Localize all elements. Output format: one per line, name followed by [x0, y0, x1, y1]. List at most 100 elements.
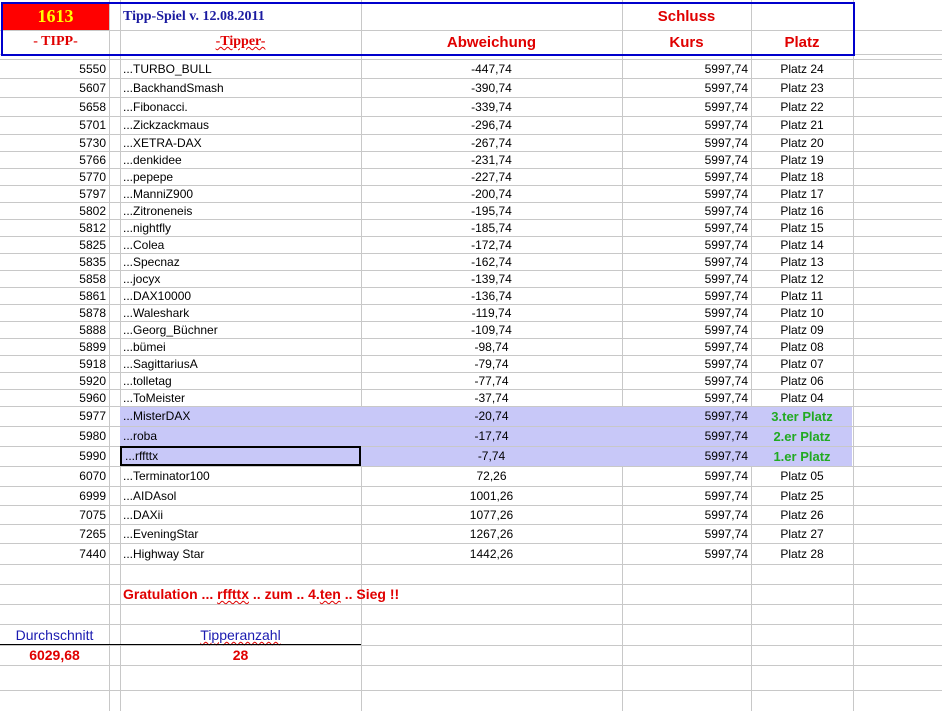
abweichung-cell[interactable]: -172,74 — [361, 236, 622, 253]
abweichung-cell[interactable]: -162,74 — [361, 253, 622, 270]
platz-cell[interactable]: 2.er Platz — [751, 426, 853, 446]
kurs-cell[interactable]: 5997,74 — [622, 446, 751, 466]
tipper-cell[interactable]: ...TURBO_BULL — [120, 59, 361, 78]
kurs-cell[interactable]: 5997,74 — [622, 270, 751, 287]
tipp-cell[interactable]: 5766 — [0, 151, 109, 168]
tipp-cell[interactable]: 5878 — [0, 304, 109, 321]
abweichung-cell[interactable]: -37,74 — [361, 389, 622, 406]
platz-cell[interactable]: Platz 27 — [751, 524, 853, 543]
abweichung-cell[interactable]: -139,74 — [361, 270, 622, 287]
abweichung-cell[interactable]: -109,74 — [361, 321, 622, 338]
kurs-cell[interactable]: 5997,74 — [622, 97, 751, 116]
tipp-cell[interactable]: 5990 — [0, 446, 109, 466]
tipperanzahl-label[interactable]: Tipperanzahl — [120, 625, 361, 645]
platz-cell[interactable]: Platz 11 — [751, 287, 853, 304]
tipp-cell[interactable]: 5920 — [0, 372, 109, 389]
kurs-cell[interactable]: 5997,74 — [622, 338, 751, 355]
kurs-cell[interactable]: 5997,74 — [622, 202, 751, 219]
tipp-cell[interactable]: 7075 — [0, 505, 109, 524]
platz-cell[interactable]: Platz 14 — [751, 236, 853, 253]
abweichung-cell[interactable]: -390,74 — [361, 78, 622, 97]
abweichung-cell[interactable]: 1267,26 — [361, 524, 622, 543]
tipper-cell[interactable]: ...AIDAsol — [120, 486, 361, 505]
kurs-cell[interactable]: 5997,74 — [622, 287, 751, 304]
tipp-cell[interactable]: 5977 — [0, 406, 109, 426]
abweichung-cell[interactable]: -7,74 — [361, 446, 622, 466]
tipp-cell[interactable]: 5858 — [0, 270, 109, 287]
tipper-cell[interactable]: ...Waleshark — [120, 304, 361, 321]
abweichung-cell[interactable]: -200,74 — [361, 185, 622, 202]
kurs-cell[interactable]: 5997,74 — [622, 372, 751, 389]
platz-cell[interactable]: Platz 04 — [751, 389, 853, 406]
abweichung-cell[interactable]: -119,74 — [361, 304, 622, 321]
tipp-cell[interactable]: 5812 — [0, 219, 109, 236]
tipp-cell[interactable]: 5770 — [0, 168, 109, 185]
tipper-cell-selected[interactable]: ...rffttx — [120, 446, 361, 466]
platz-cell[interactable]: Platz 09 — [751, 321, 853, 338]
kurs-cell[interactable]: 5997,74 — [622, 466, 751, 486]
kurs-cell[interactable]: 5997,74 — [622, 219, 751, 236]
platz-cell[interactable]: Platz 24 — [751, 59, 853, 78]
tipp-cell[interactable]: 6999 — [0, 486, 109, 505]
abweichung-cell[interactable]: -20,74 — [361, 406, 622, 426]
abweichung-cell[interactable]: -231,74 — [361, 151, 622, 168]
tipp-cell[interactable]: 5730 — [0, 134, 109, 151]
tipper-cell[interactable]: ...Georg_Büchner — [120, 321, 361, 338]
tipper-cell[interactable]: ...Specnaz — [120, 253, 361, 270]
platz-cell[interactable]: Platz 10 — [751, 304, 853, 321]
tipper-cell[interactable]: ...XETRA-DAX — [120, 134, 361, 151]
platz-cell[interactable]: Platz 16 — [751, 202, 853, 219]
tipp-cell[interactable]: 5802 — [0, 202, 109, 219]
tipper-cell[interactable]: ...SagittariusA — [120, 355, 361, 372]
tipp-cell[interactable]: 7265 — [0, 524, 109, 543]
tipp-cell[interactable]: 5658 — [0, 97, 109, 116]
kurs-cell[interactable]: 5997,74 — [622, 168, 751, 185]
kurs-cell[interactable]: 5997,74 — [622, 151, 751, 168]
tipp-cell[interactable]: 5888 — [0, 321, 109, 338]
platz-cell[interactable]: Platz 08 — [751, 338, 853, 355]
tipper-cell[interactable]: ...Zickzackmaus — [120, 116, 361, 134]
abweichung-cell[interactable]: -227,74 — [361, 168, 622, 185]
abweichung-cell[interactable]: -17,74 — [361, 426, 622, 446]
tipper-cell[interactable]: ...MisterDAX — [120, 406, 361, 426]
tipper-cell[interactable]: ...DAX10000 — [120, 287, 361, 304]
kurs-cell[interactable]: 5997,74 — [622, 486, 751, 505]
abweichung-cell[interactable]: 1001,26 — [361, 486, 622, 505]
durchschnitt-value[interactable]: 6029,68 — [0, 645, 109, 665]
platz-cell[interactable]: Platz 20 — [751, 134, 853, 151]
abweichung-cell[interactable]: -185,74 — [361, 219, 622, 236]
kurs-cell[interactable]: 5997,74 — [622, 426, 751, 446]
tipper-cell[interactable]: ...roba — [120, 426, 361, 446]
tipp-cell[interactable]: 5607 — [0, 78, 109, 97]
gratulation-text[interactable]: Gratulation ... rffttx .. zum .. 4. ten .… — [120, 584, 402, 604]
kurs-cell[interactable]: 5997,74 — [622, 134, 751, 151]
kurs-cell[interactable]: 5997,74 — [622, 355, 751, 372]
platz-cell[interactable]: Platz 12 — [751, 270, 853, 287]
tipper-cell[interactable]: ...tolletag — [120, 372, 361, 389]
platz-cell[interactable]: Platz 18 — [751, 168, 853, 185]
platz-cell[interactable]: Platz 21 — [751, 116, 853, 134]
kurs-cell[interactable]: 5997,74 — [622, 59, 751, 78]
platz-cell[interactable]: Platz 19 — [751, 151, 853, 168]
tipp-cell[interactable]: 5899 — [0, 338, 109, 355]
tipper-cell[interactable]: ...pepepe — [120, 168, 361, 185]
abweichung-cell[interactable]: -267,74 — [361, 134, 622, 151]
abweichung-cell[interactable]: -195,74 — [361, 202, 622, 219]
tipp-cell[interactable]: 6070 — [0, 466, 109, 486]
platz-cell[interactable]: Platz 15 — [751, 219, 853, 236]
kurs-cell[interactable]: 5997,74 — [622, 185, 751, 202]
platz-cell[interactable]: Platz 13 — [751, 253, 853, 270]
kurs-cell[interactable]: 5997,74 — [622, 321, 751, 338]
kurs-cell[interactable]: 5997,74 — [622, 304, 751, 321]
kurs-cell[interactable]: 5997,74 — [622, 253, 751, 270]
kurs-cell[interactable]: 5997,74 — [622, 389, 751, 406]
kurs-cell[interactable]: 5997,74 — [622, 78, 751, 97]
abweichung-cell[interactable]: 1442,26 — [361, 543, 622, 564]
tipper-cell[interactable]: ...DAXii — [120, 505, 361, 524]
platz-cell[interactable]: Platz 25 — [751, 486, 853, 505]
platz-cell[interactable]: 1.er Platz — [751, 446, 853, 466]
abweichung-cell[interactable]: -447,74 — [361, 59, 622, 78]
tipper-cell[interactable]: ...Highway Star — [120, 543, 361, 564]
tipp-cell[interactable]: 5835 — [0, 253, 109, 270]
abweichung-cell[interactable]: -136,74 — [361, 287, 622, 304]
